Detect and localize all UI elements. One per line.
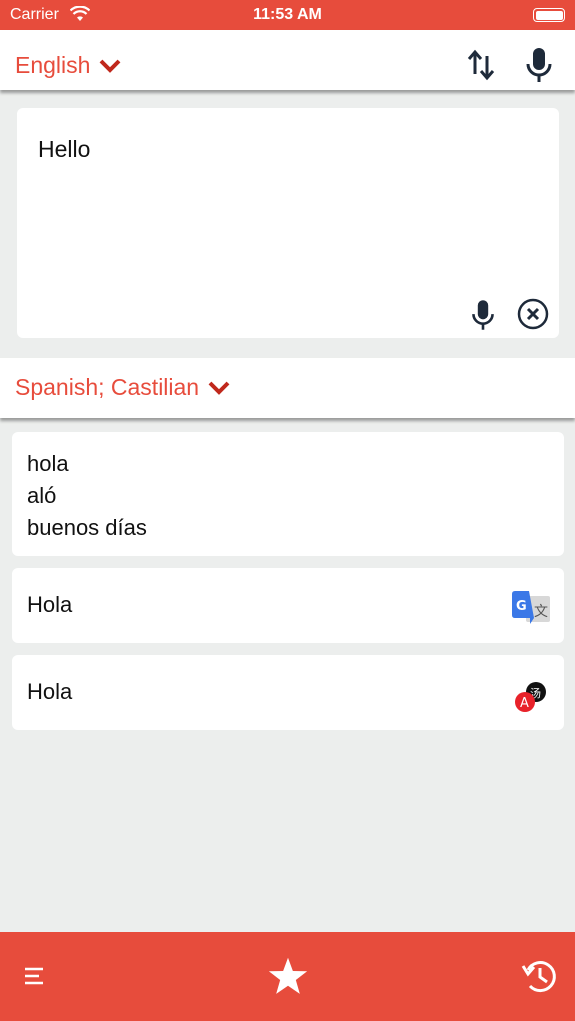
swap-languages-icon[interactable] xyxy=(466,48,496,82)
google-translate-icon: 文 G xyxy=(512,591,550,624)
dictionary-result-card[interactable]: hola aló buenos días xyxy=(12,432,564,556)
clear-text-icon[interactable] xyxy=(517,298,549,330)
alternate-translation-text: Hola xyxy=(27,679,73,704)
bottom-tab-bar xyxy=(0,932,575,1021)
target-language-bar: Spanish; Castilian xyxy=(0,358,575,418)
source-language-label: English xyxy=(15,52,91,78)
status-bar: Carrier 11:53 AM xyxy=(0,0,575,30)
target-language-selector[interactable]: Spanish; Castilian xyxy=(15,374,231,401)
dictionary-entry: aló xyxy=(27,483,57,508)
dictionary-entry: hola xyxy=(27,451,69,476)
chevron-down-icon xyxy=(100,59,121,73)
history-icon[interactable] xyxy=(520,956,560,996)
dictionary-entry: buenos días xyxy=(27,515,147,540)
alternate-translation-card[interactable]: Hola 汤 A xyxy=(12,655,564,730)
source-text-input[interactable]: Hello xyxy=(38,136,90,163)
battery-icon xyxy=(533,8,565,22)
google-translation-card[interactable]: Hola 文 G xyxy=(12,568,564,643)
source-language-bar: English xyxy=(0,30,575,90)
google-translation-text: Hola xyxy=(27,592,73,617)
microphone-icon[interactable] xyxy=(524,46,554,84)
clock: 11:53 AM xyxy=(253,6,322,23)
svg-text:A: A xyxy=(520,696,529,711)
translator-app-icon: 汤 A xyxy=(515,682,546,712)
source-text-card[interactable]: Hello xyxy=(17,108,559,338)
input-microphone-icon[interactable] xyxy=(470,298,496,332)
svg-text:G: G xyxy=(516,599,527,614)
chevron-down-icon xyxy=(208,381,230,395)
menu-icon[interactable] xyxy=(24,967,46,985)
target-language-label: Spanish; Castilian xyxy=(15,374,200,400)
source-language-selector[interactable]: English xyxy=(15,52,122,79)
svg-text:文: 文 xyxy=(534,604,548,620)
favorites-star-icon[interactable] xyxy=(267,956,309,996)
